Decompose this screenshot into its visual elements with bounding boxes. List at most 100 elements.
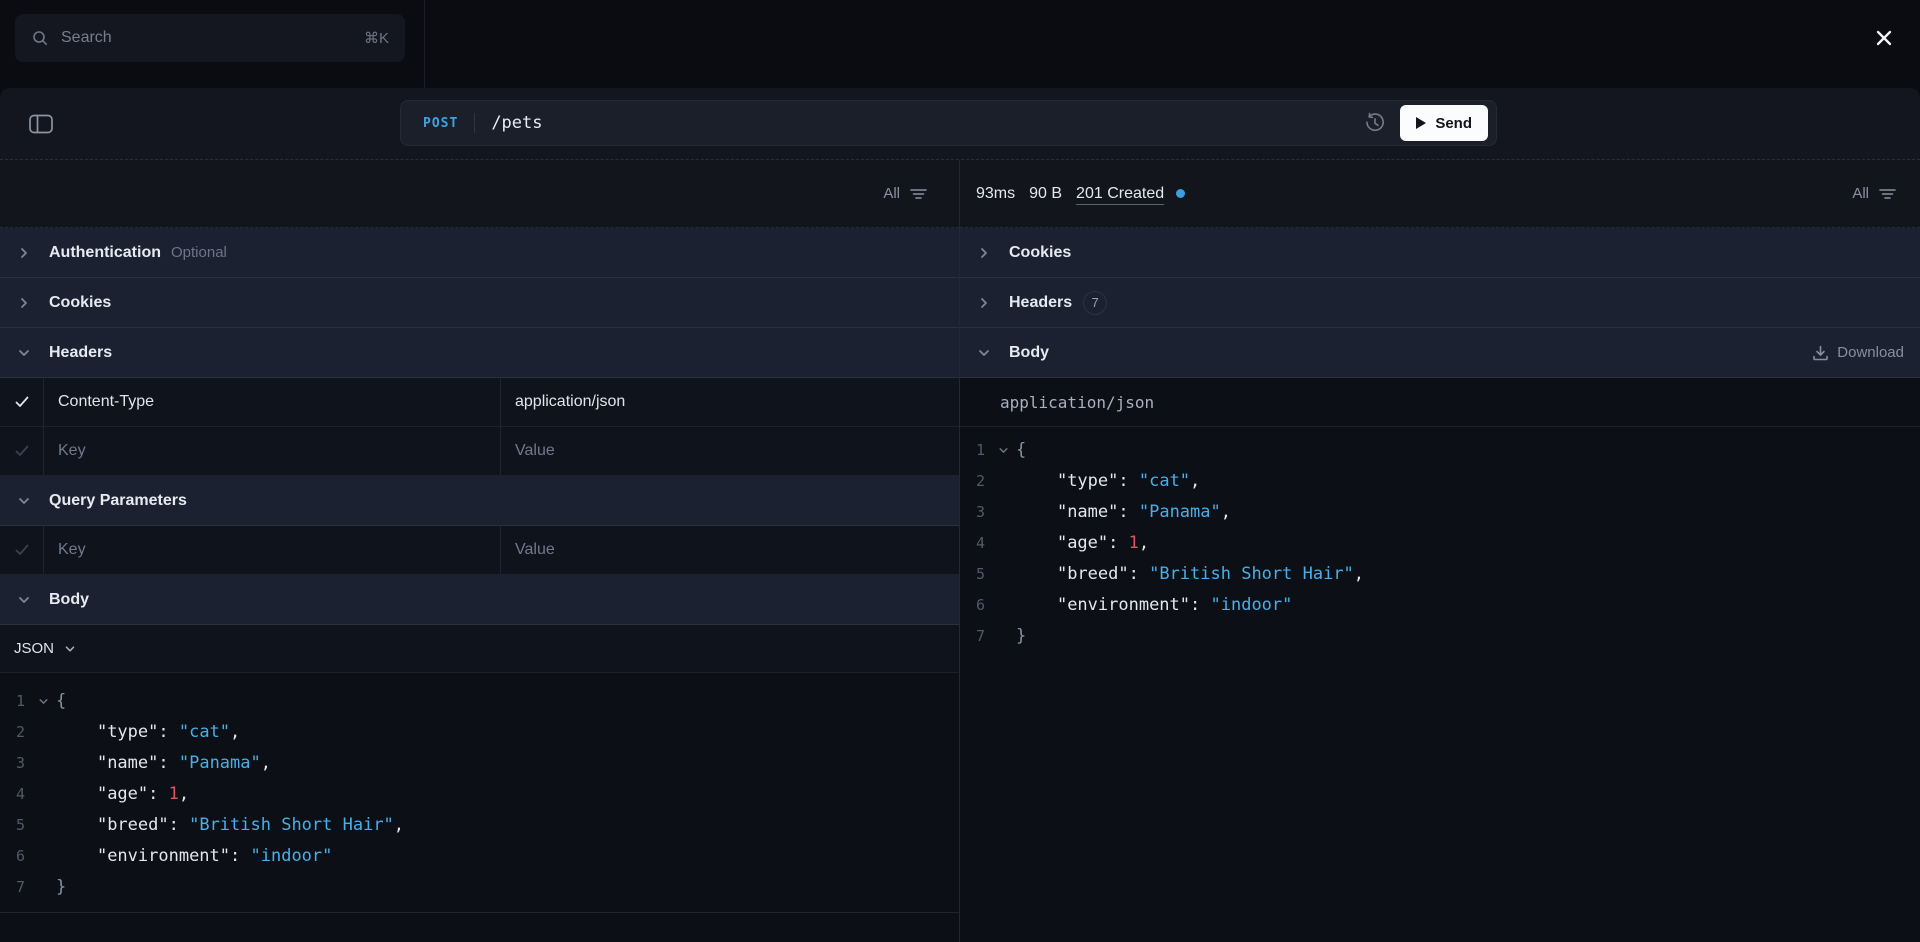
code-line[interactable]: 7} bbox=[0, 872, 959, 903]
code-text: "name": "Panama", bbox=[1056, 502, 1231, 522]
request-path[interactable]: /pets bbox=[491, 113, 542, 133]
chevron-down-icon bbox=[19, 349, 29, 356]
section-label: Body bbox=[1009, 343, 1049, 361]
response-body-viewer[interactable]: 1{2 "type": "cat", 3 "name": "Panama", 4 "… bbox=[960, 427, 1920, 942]
code-text: "type": "cat", bbox=[1056, 471, 1201, 491]
code-line[interactable]: 3 "name": "Panama", bbox=[0, 748, 959, 779]
section-query-parameters[interactable]: Query Parameters bbox=[0, 476, 959, 526]
search-shortcut: ⌘K bbox=[363, 30, 389, 47]
fold-chevron-icon[interactable] bbox=[990, 444, 1016, 457]
row-checkbox-unchecked[interactable] bbox=[0, 526, 44, 574]
history-icon[interactable] bbox=[1364, 112, 1386, 134]
line-number: 5 bbox=[976, 565, 986, 583]
request-panel-footer bbox=[0, 913, 959, 942]
code-line[interactable]: 2 "type": "cat", bbox=[960, 466, 1920, 497]
response-content-type: application/json bbox=[960, 378, 1920, 427]
check-icon bbox=[15, 544, 28, 555]
code-line[interactable]: 4 "age": 1, bbox=[960, 528, 1920, 559]
response-filter-all[interactable]: All bbox=[1852, 185, 1896, 202]
code-line[interactable]: 5 "breed": "British Short Hair", bbox=[960, 559, 1920, 590]
body-format-select[interactable]: JSON bbox=[0, 625, 959, 673]
code-text: "age": 1, bbox=[96, 784, 190, 804]
fold-chevron-icon[interactable] bbox=[30, 695, 56, 708]
section-label: Authentication bbox=[49, 243, 161, 261]
code-text: } bbox=[1016, 626, 1027, 646]
code-line[interactable]: 1{ bbox=[0, 686, 959, 717]
response-filter-label: All bbox=[1852, 185, 1869, 202]
line-number: 5 bbox=[16, 816, 26, 834]
code-line[interactable]: 7} bbox=[960, 621, 1920, 652]
response-section-headers[interactable]: Headers 7 bbox=[960, 278, 1920, 328]
download-label: Download bbox=[1837, 344, 1904, 361]
chevron-right-icon bbox=[21, 297, 27, 308]
query-key-field[interactable]: Key bbox=[44, 526, 501, 574]
header-key-field[interactable]: Key bbox=[44, 427, 501, 475]
header-row-content-type: Content-Type application/json bbox=[0, 378, 959, 427]
code-line[interactable]: 2 "type": "cat", bbox=[0, 717, 959, 748]
code-text: { bbox=[1016, 440, 1027, 460]
code-line[interactable]: 3 "name": "Panama", bbox=[960, 497, 1920, 528]
request-filter-row: All bbox=[0, 160, 959, 228]
section-headers[interactable]: Headers bbox=[0, 328, 959, 378]
line-number: 3 bbox=[976, 503, 986, 521]
query-row-empty: Key Value bbox=[0, 526, 959, 575]
section-label: Headers bbox=[49, 343, 113, 361]
search-input[interactable]: Search ⌘K bbox=[15, 14, 405, 62]
download-icon bbox=[1813, 345, 1829, 360]
code-line[interactable]: 1{ bbox=[960, 435, 1920, 466]
download-button[interactable]: Download bbox=[1812, 344, 1904, 361]
chevron-right-icon bbox=[981, 297, 987, 308]
response-status[interactable]: 201 Created bbox=[1076, 185, 1164, 203]
request-panel: All Authentication Optional Cookies Head… bbox=[0, 160, 960, 942]
request-toolbar: POST /pets Send bbox=[0, 88, 1920, 160]
query-value-field[interactable]: Value bbox=[501, 526, 959, 574]
section-hint: Optional bbox=[171, 244, 227, 261]
code-text: "breed": "British Short Hair", bbox=[96, 815, 405, 835]
header-value-field[interactable]: application/json bbox=[501, 378, 959, 426]
code-text: "name": "Panama", bbox=[96, 753, 271, 773]
request-filter-all[interactable]: All bbox=[883, 185, 927, 202]
request-filter-label: All bbox=[883, 185, 900, 202]
code-line[interactable]: 6 "environment": "indoor" bbox=[0, 841, 959, 872]
response-size: 90 B bbox=[1029, 184, 1063, 202]
row-checkbox-unchecked[interactable] bbox=[0, 427, 44, 475]
row-checkbox-checked[interactable] bbox=[0, 378, 44, 426]
chevron-right-icon bbox=[21, 247, 27, 258]
chevron-down-icon bbox=[19, 497, 29, 504]
code-text: { bbox=[56, 691, 67, 711]
send-button-label: Send bbox=[1435, 114, 1472, 132]
address-divider bbox=[474, 113, 476, 133]
filter-icon bbox=[910, 188, 927, 199]
line-number: 1 bbox=[16, 692, 26, 710]
section-cookies[interactable]: Cookies bbox=[0, 278, 959, 328]
code-line[interactable]: 5 "breed": "British Short Hair", bbox=[0, 810, 959, 841]
request-body-editor[interactable]: 1{2 "type": "cat", 3 "name": "Panama", 4 "… bbox=[0, 673, 959, 913]
header-key-field[interactable]: Content-Type bbox=[44, 378, 501, 426]
line-number: 6 bbox=[16, 847, 26, 865]
client-window: POST /pets Send All Authentication Optio… bbox=[0, 88, 1920, 942]
search-placeholder: Search bbox=[61, 29, 112, 46]
code-text: "age": 1, bbox=[1056, 533, 1150, 553]
address-bar[interactable]: POST /pets Send bbox=[400, 100, 1497, 146]
response-section-cookies[interactable]: Cookies bbox=[960, 228, 1920, 278]
header-row-empty: Key Value bbox=[0, 427, 959, 476]
response-duration: 93ms bbox=[976, 184, 1016, 202]
close-icon[interactable] bbox=[1870, 24, 1898, 52]
code-line[interactable]: 6 "environment": "indoor" bbox=[960, 590, 1920, 621]
code-line[interactable]: 4 "age": 1, bbox=[0, 779, 959, 810]
section-authentication[interactable]: Authentication Optional bbox=[0, 228, 959, 278]
section-body[interactable]: Body bbox=[0, 575, 959, 625]
body-format-label: JSON bbox=[14, 640, 55, 657]
code-text: "breed": "British Short Hair", bbox=[1056, 564, 1365, 584]
sidebar-toggle-icon[interactable] bbox=[28, 112, 54, 136]
section-label: Cookies bbox=[1009, 243, 1072, 261]
code-text: "environment": "indoor" bbox=[1056, 595, 1293, 615]
send-button[interactable]: Send bbox=[1400, 105, 1488, 141]
chevron-right-icon bbox=[981, 247, 987, 258]
line-number: 4 bbox=[976, 534, 986, 552]
response-section-body[interactable]: Body Download bbox=[960, 328, 1920, 378]
chevron-down-icon bbox=[65, 645, 75, 652]
section-label: Headers bbox=[1009, 293, 1073, 311]
http-method-badge[interactable]: POST bbox=[423, 116, 458, 131]
header-value-field[interactable]: Value bbox=[501, 427, 959, 475]
